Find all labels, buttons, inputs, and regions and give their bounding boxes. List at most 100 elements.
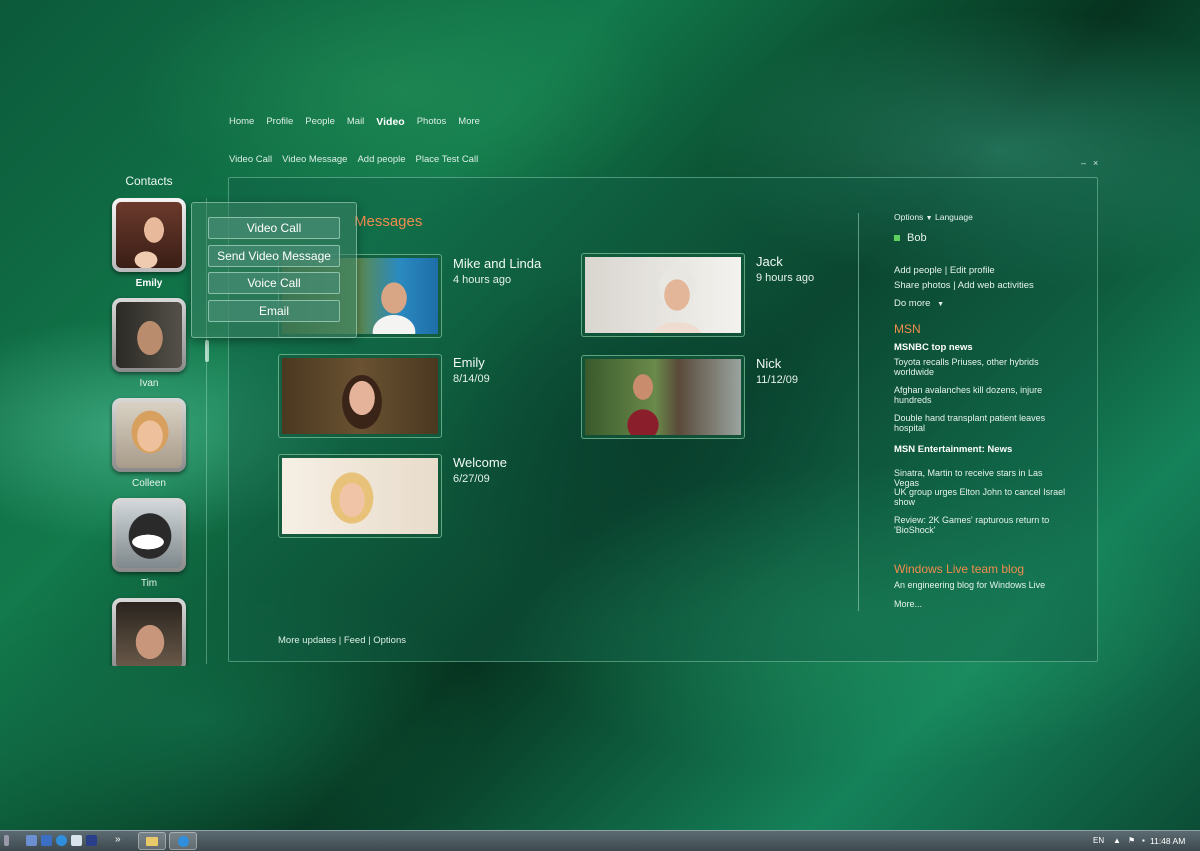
tab-profile[interactable]: Profile [266,116,293,128]
avatar [116,202,182,268]
share-photos-link[interactable]: Share photos [894,280,951,291]
msnbc-title[interactable]: MSNBC top news [894,342,973,353]
message-name: Jack [756,254,783,269]
taskbar-ie-button[interactable] [169,832,197,850]
message-thumb-jack[interactable] [581,253,745,337]
language-menu[interactable]: Language [935,212,973,222]
email-button[interactable]: Email [208,300,340,322]
document-icon[interactable] [71,835,82,846]
contact-tim[interactable]: Tim [108,498,190,592]
edit-profile-link[interactable]: Edit profile [950,265,995,276]
network-icon[interactable]: ▪ [1142,836,1150,845]
message-date: 8/14/09 [453,373,490,385]
message-date: 11/12/09 [756,374,799,386]
contacts-title: Contacts [125,174,173,188]
video-thumbnail [282,358,438,434]
user-status[interactable]: Bob [894,232,927,244]
chevron-down-icon: ▼ [925,215,933,222]
chevron-down-icon: ▼ [937,301,945,308]
video-message-link[interactable]: Video Message [282,154,347,165]
message-name: Welcome [453,455,507,470]
options-link[interactable]: Options [373,635,406,646]
options-language-bar: Options ▼ Language [894,212,973,222]
entertainment-title[interactable]: MSN Entertainment: News [894,444,1012,455]
message-name: Nick [756,356,782,371]
contact-name: Ivan [139,378,159,389]
video-thumbnail [585,359,741,435]
taskbar: » EN ▲ ⚑ ▪ 11:48 AM [0,830,1200,851]
news-item[interactable]: Sinatra, Martin to receive stars in Las … [894,468,1069,488]
contact-name: Tim [140,578,158,589]
panel-divider [858,213,859,611]
message-date: 6/27/09 [453,473,490,485]
video-call-button[interactable]: Video Call [208,217,340,239]
voice-call-button[interactable]: Voice Call [208,272,340,294]
contact-name: Colleen [132,478,166,489]
tray-expand-icon[interactable]: ▲ [1113,836,1121,845]
share-links: Share photos | Add web activities [894,280,1034,291]
avatar [116,602,182,666]
internet-explorer-icon[interactable] [56,835,67,846]
video-call-link[interactable]: Video Call [229,154,272,165]
desktop-icon[interactable] [26,835,37,846]
do-more-label: Do more [894,298,931,309]
tab-more[interactable]: More [458,116,480,128]
message-thumb-nick[interactable] [581,355,745,439]
taskbar-folder-button[interactable] [138,832,166,850]
presence-icon [894,235,900,242]
place-test-call-link[interactable]: Place Test Call [416,154,479,165]
video-thumbnail [585,257,741,333]
video-thumbnail [282,458,438,534]
contacts-scroll-thumb[interactable] [205,340,209,362]
tab-video[interactable]: Video [376,116,404,128]
contact-name: Emily [135,278,163,289]
options-menu[interactable]: Options [894,212,923,222]
add-people-link[interactable]: Add people [357,154,405,165]
flag-icon[interactable]: ⚑ [1128,836,1135,845]
message-name: Emily [453,355,485,370]
contact-action-popup: Video Call Send Video Message Voice Call… [191,202,357,338]
tab-people[interactable]: People [305,116,335,128]
news-item[interactable]: UK group urges Elton John to cancel Isra… [894,487,1069,507]
photoshop-icon[interactable] [86,835,97,846]
msn-section-title: MSN [894,322,921,336]
language-indicator[interactable]: EN [1093,836,1104,845]
news-item[interactable]: Review: 2K Games' rapturous return to 'B… [894,515,1069,535]
news-item[interactable]: Toyota recalls Priuses, other hybrids wo… [894,357,1069,377]
feed-link[interactable]: Feed [344,635,366,646]
top-nav: Home Profile People Mail Video Photos Mo… [229,116,480,128]
message-date: 4 hours ago [453,274,512,286]
tab-home[interactable]: Home [229,116,254,128]
contact-unnamed[interactable] [108,598,190,666]
close-button[interactable]: × [1093,158,1098,168]
message-thumb-welcome[interactable] [278,454,442,538]
folder-icon [146,837,158,846]
more-updates-link[interactable]: More updates [278,635,336,646]
more-link[interactable]: More... [894,599,922,609]
window-switch-icon[interactable] [41,835,52,846]
minimize-button[interactable]: – [1081,158,1086,168]
blog-title[interactable]: Windows Live team blog [894,562,1024,576]
message-name: Mike and Linda [453,256,542,271]
avatar [116,502,182,568]
message-thumb-emily[interactable] [278,354,442,438]
contact-emily[interactable]: Emily [108,198,190,292]
contact-colleen[interactable]: Colleen [108,398,190,492]
message-date: 9 hours ago [756,272,815,284]
add-web-activities-link[interactable]: Add web activities [958,280,1034,291]
news-item[interactable]: Double hand transplant patient leaves ho… [894,413,1069,433]
do-more-menu[interactable]: Do more ▼ [894,298,944,309]
overflow-chevron-icon[interactable]: » [115,834,121,845]
internet-explorer-icon [177,836,189,847]
add-people-link[interactable]: Add people [894,265,942,276]
tab-photos[interactable]: Photos [417,116,447,128]
tab-mail[interactable]: Mail [347,116,364,128]
separator: | [336,635,344,646]
contact-ivan[interactable]: Ivan [108,298,190,392]
news-item[interactable]: Afghan avalanches kill dozens, injure hu… [894,385,1069,405]
clock[interactable]: 11:48 AM [1150,836,1185,846]
contacts-list: Emily Ivan Colleen Tim [108,198,190,666]
footer-links: More updates | Feed | Options [278,635,406,646]
send-video-message-button[interactable]: Send Video Message [208,245,340,267]
taskbar-grip-icon [4,835,9,846]
